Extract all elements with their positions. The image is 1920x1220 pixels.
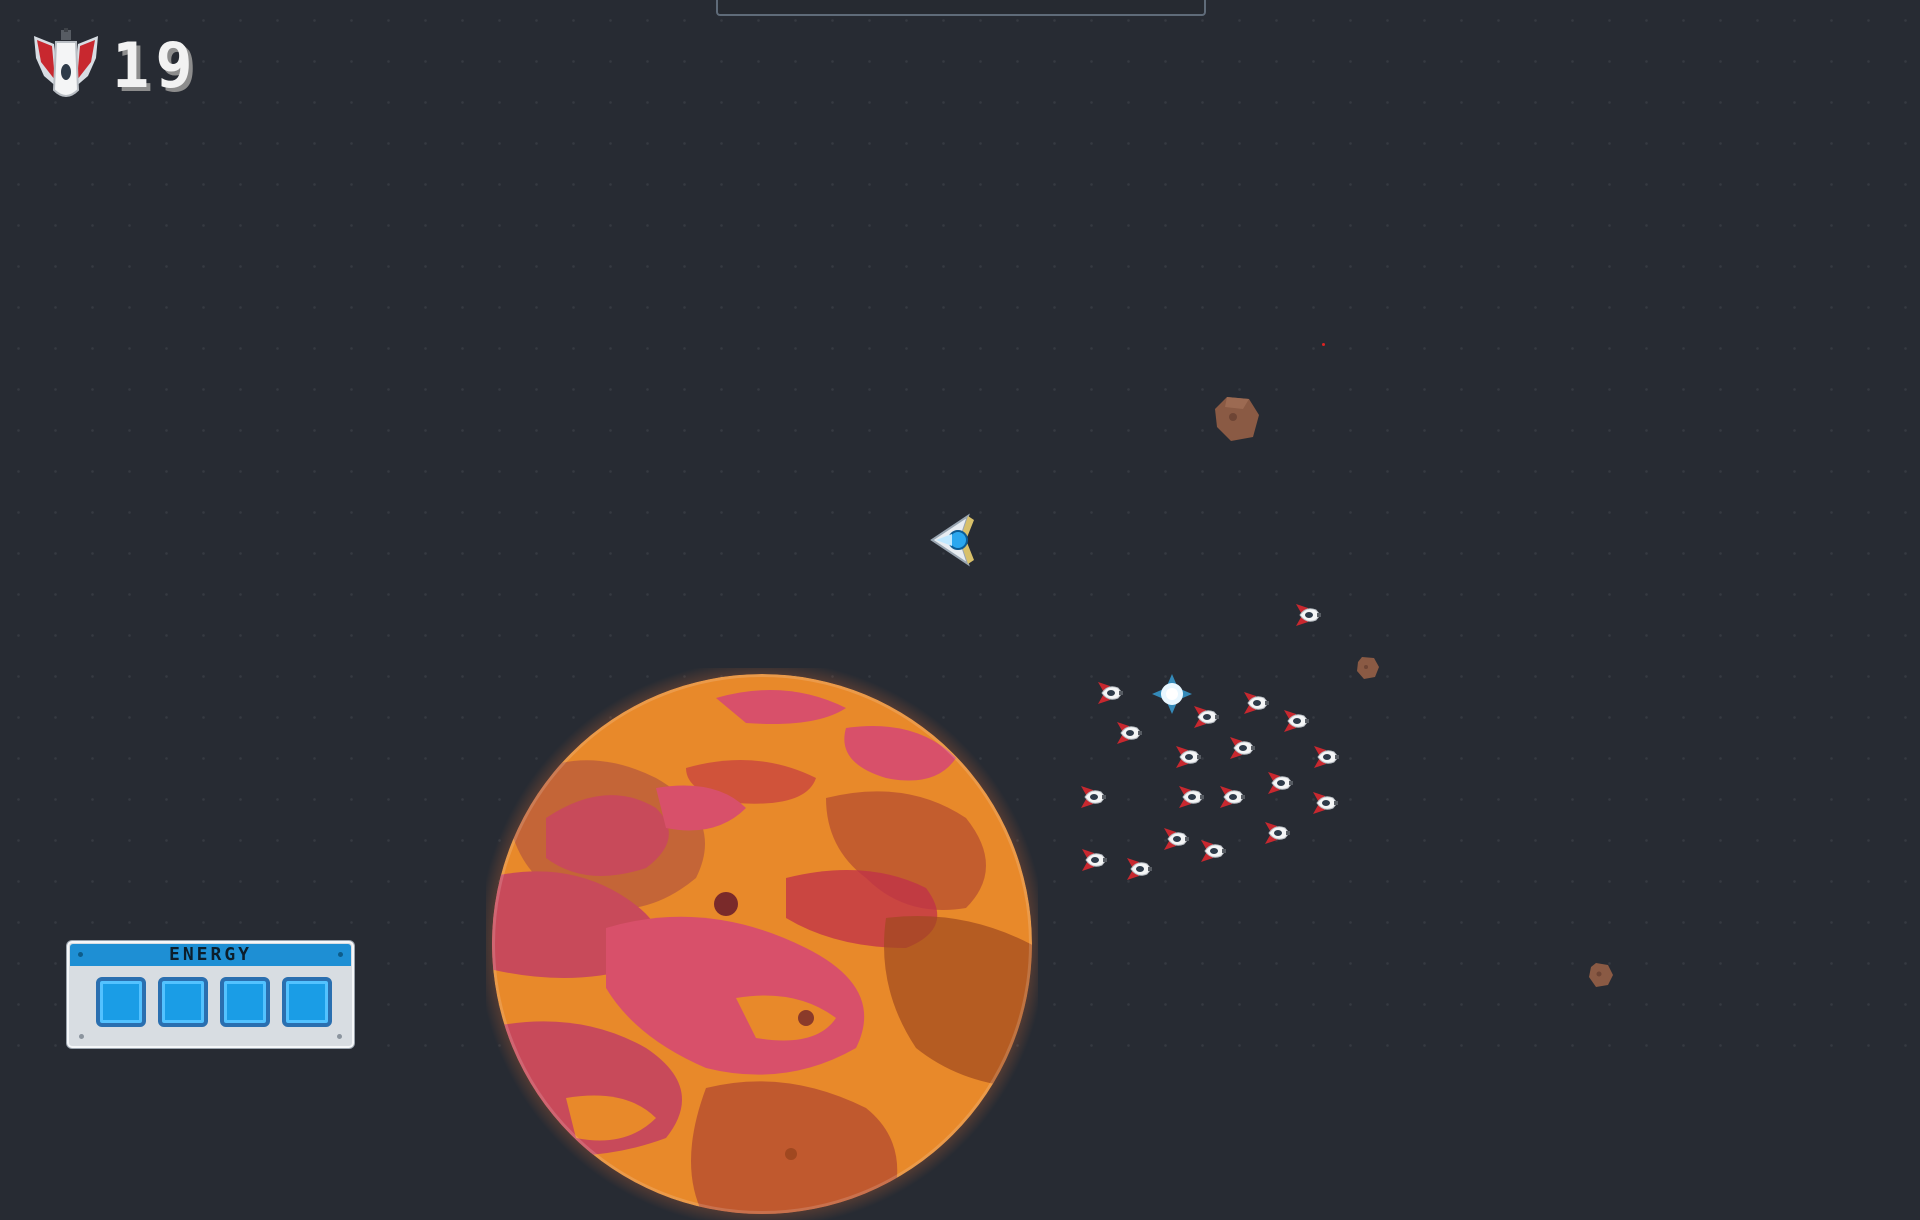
enemy-ship — [1201, 840, 1226, 862]
rivet — [78, 952, 83, 957]
enemy-ship — [1284, 710, 1309, 732]
enemy-ship — [1117, 722, 1142, 744]
asteroid — [1357, 657, 1379, 679]
rivet — [338, 952, 343, 957]
distant-enemy-dot — [1322, 343, 1325, 346]
enemy-ship — [1268, 772, 1293, 794]
enemy-ship — [1244, 692, 1269, 714]
enemy-ship — [1082, 849, 1107, 871]
enemy-ship — [1194, 706, 1219, 728]
energy-cells — [69, 967, 352, 1027]
asteroid — [1215, 397, 1259, 441]
enemy-ship — [1164, 828, 1189, 850]
energy-cell — [158, 977, 208, 1027]
enemy-ship — [1179, 786, 1204, 808]
energy-label: ENERGY — [168, 944, 253, 965]
energy-powerup — [1152, 674, 1192, 714]
energy-cell — [220, 977, 270, 1027]
energy-cell — [96, 977, 146, 1027]
energy-header: ENERGY — [70, 944, 351, 966]
lives-count: 19 — [112, 29, 199, 102]
asteroid — [1589, 963, 1613, 987]
rivet — [79, 1034, 84, 1039]
player-ship — [930, 513, 974, 567]
enemy-ship — [1220, 786, 1245, 808]
enemy-ship — [1296, 604, 1321, 626]
lives-counter: 19 — [28, 28, 199, 104]
enemy-ship — [1230, 737, 1255, 759]
top-status-bar — [716, 0, 1206, 16]
enemy-ship — [1265, 822, 1290, 844]
rivet — [337, 1034, 342, 1039]
enemy-ship — [1176, 746, 1201, 768]
enemy-ship — [1081, 786, 1106, 808]
enemy-ship — [1313, 792, 1338, 814]
planet — [486, 668, 1038, 1220]
energy-cell — [282, 977, 332, 1027]
energy-panel: ENERGY — [67, 941, 354, 1048]
ship-lives-icon — [34, 28, 98, 97]
enemy-ship — [1098, 682, 1123, 704]
enemy-ship — [1127, 858, 1152, 880]
enemy-ship — [1314, 746, 1339, 768]
